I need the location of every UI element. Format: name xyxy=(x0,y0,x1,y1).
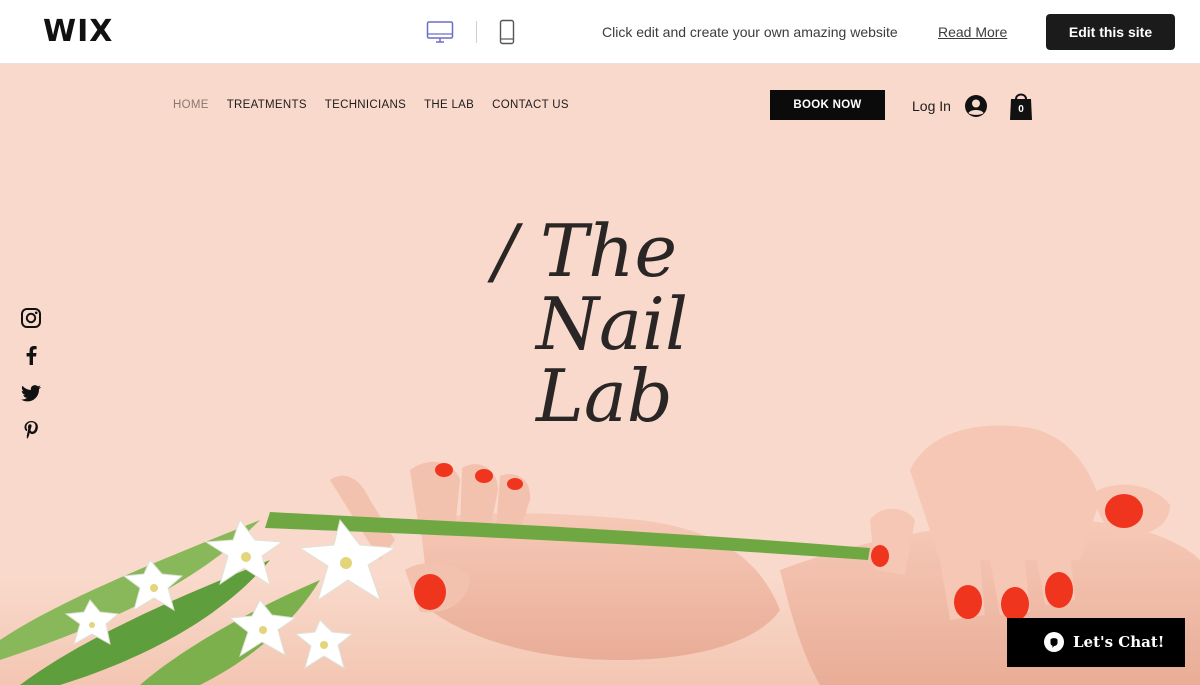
wix-logo[interactable]: WIX xyxy=(43,14,113,49)
instagram-icon[interactable] xyxy=(20,307,42,329)
nav-treatments[interactable]: TREATMENTS xyxy=(227,99,307,111)
login-link[interactable]: Log In xyxy=(912,98,951,114)
device-divider xyxy=(476,21,477,43)
chat-label: Let's Chat! xyxy=(1073,633,1165,651)
chat-bubble-icon xyxy=(1044,632,1064,652)
read-more-link[interactable]: Read More xyxy=(938,24,1007,40)
user-avatar-icon[interactable] xyxy=(964,94,988,118)
book-now-button[interactable]: BOOK NOW xyxy=(770,90,885,120)
chat-widget-button[interactable]: Let's Chat! xyxy=(1007,618,1185,667)
hero-title-line-1: / The xyxy=(493,209,678,293)
nav-home[interactable]: HOME xyxy=(173,99,209,111)
wix-top-bar: WIX Click edit and create your own amazi… xyxy=(0,0,1200,64)
nav-technicians[interactable]: TECHNICIANS xyxy=(325,99,406,111)
facebook-icon[interactable] xyxy=(20,344,42,366)
hero-title-line-3: Lab xyxy=(536,354,673,438)
main-nav: HOME TREATMENTS TECHNICIANS THE LAB CONT… xyxy=(173,99,587,111)
cart-count: 0 xyxy=(1018,104,1024,115)
desktop-icon[interactable] xyxy=(426,20,454,44)
edit-site-button[interactable]: Edit this site xyxy=(1046,14,1175,50)
mobile-icon[interactable] xyxy=(499,19,515,45)
twitter-icon[interactable] xyxy=(20,382,42,404)
pinterest-icon[interactable] xyxy=(20,419,42,441)
hero-title-line-2: Nail xyxy=(536,282,688,366)
nav-the-lab[interactable]: THE LAB xyxy=(424,99,474,111)
wix-promo-message: Click edit and create your own amazing w… xyxy=(602,24,898,40)
nav-contact-us[interactable]: CONTACT US xyxy=(492,99,569,111)
